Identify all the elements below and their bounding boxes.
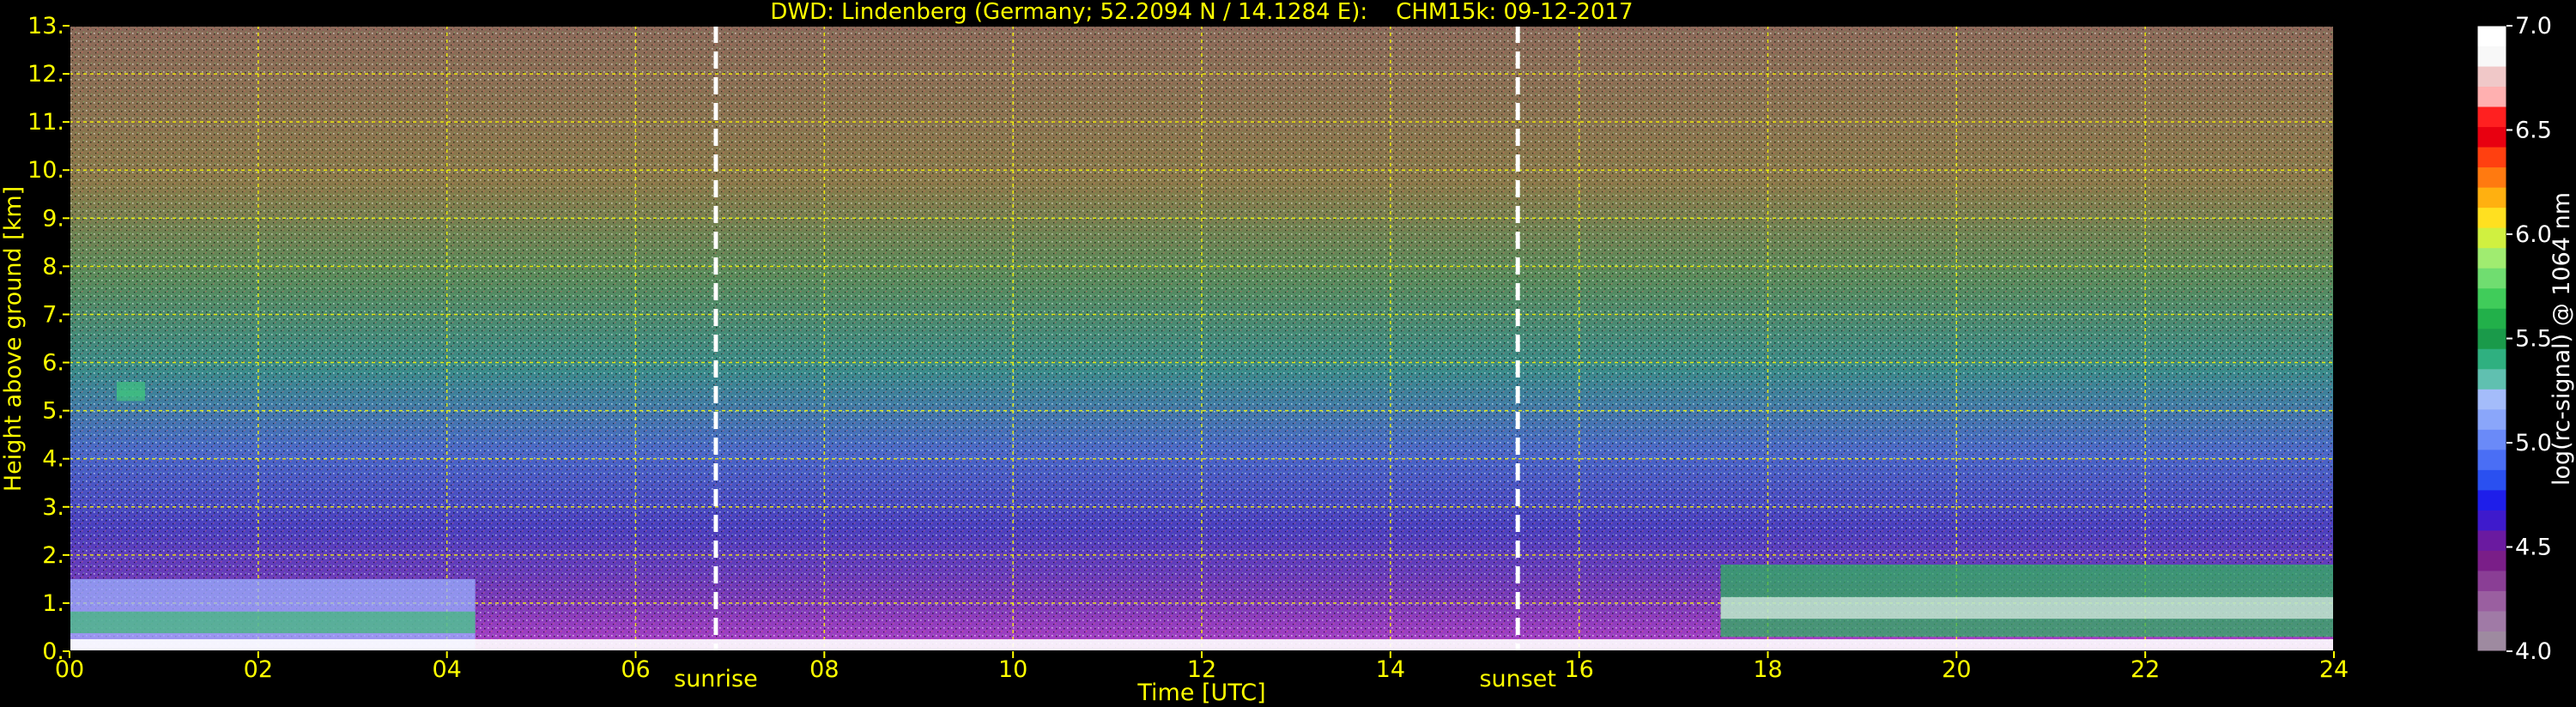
- colorbar-segment: [2477, 106, 2506, 128]
- feature-core: [1720, 596, 2334, 619]
- colorbar-segment: [2477, 287, 2506, 309]
- colorbar-segment: [2477, 328, 2506, 349]
- colorbar-tick-label: 5.5: [2515, 326, 2552, 353]
- y-tick-label: 6.: [42, 350, 64, 377]
- colorbar-tick-label: 6.0: [2515, 221, 2552, 248]
- y-tick-label: 9.: [42, 205, 64, 232]
- x-tick-label: 08: [809, 656, 839, 683]
- x-tick-label: 16: [1564, 656, 1593, 683]
- colorbar-segment: [2477, 389, 2506, 410]
- feature-core: [70, 611, 476, 633]
- colorbar-segment: [2477, 489, 2506, 511]
- colorbar: 4.0 4.5 5.0 5.5 6.0 6.5 7.0: [2476, 13, 2552, 665]
- colorbar-segment: [2477, 247, 2506, 269]
- colorbar-segment: [2477, 147, 2506, 168]
- colorbar-segment: [2477, 631, 2506, 652]
- colorbar-segment: [2477, 408, 2506, 430]
- colorbar-segment: [2477, 429, 2506, 450]
- y-tick-label: 5.: [42, 398, 64, 425]
- y-tick-label: 1.: [42, 590, 64, 617]
- x-tick-label: 24: [2319, 656, 2349, 683]
- colorbar-segment: [2477, 227, 2506, 249]
- colorbar-segment: [2477, 207, 2506, 228]
- sunset-label: sunset: [1479, 666, 1556, 692]
- y-tick-label: 7.: [42, 301, 64, 328]
- colorbar-segment: [2477, 86, 2506, 107]
- colorbar-tick-label: 7.0: [2515, 13, 2552, 39]
- colorbar-tick-label: 5.0: [2515, 430, 2552, 456]
- colorbar-segment: [2477, 570, 2506, 591]
- x-tick-label: 18: [1753, 656, 1782, 683]
- x-tick-label: 10: [998, 656, 1027, 683]
- y-tick-label: 13.: [27, 13, 64, 39]
- colorbar-segment: [2477, 510, 2506, 531]
- x-tick-label: 02: [244, 656, 273, 683]
- y-tick-label: 2.: [42, 542, 64, 569]
- x-tick-label: 20: [1942, 656, 1971, 683]
- x-tick-label: 14: [1376, 656, 1405, 683]
- colorbar-segment: [2477, 529, 2506, 551]
- colorbar-segment: [2477, 187, 2506, 208]
- y-tick-label: 0.: [42, 638, 64, 665]
- colorbar-segment: [2477, 66, 2506, 88]
- y-tick-label: 4.: [42, 446, 64, 473]
- colorbar-segment: [2477, 449, 2506, 470]
- colorbar-tick-label: 4.0: [2515, 638, 2552, 665]
- x-axis-label: Time [UTC]: [1136, 680, 1265, 706]
- feature-lofted-aerosol-patch: [116, 381, 145, 402]
- colorbar-label: log(rc-signal) @ 1064 nm: [2549, 192, 2575, 486]
- colorbar-segment: [2477, 368, 2506, 390]
- colorbar-segment: [2477, 45, 2506, 67]
- y-tick-label: 10.: [27, 157, 64, 184]
- chart: sunrise sunset 00 02 04 06 08 10 12 14 16 18 20 22 24…: [0, 0, 2575, 706]
- colorbar-segment: [2477, 348, 2506, 370]
- colorbar-segment: [2477, 610, 2506, 631]
- feature-stratiform-layer: [1720, 565, 2334, 638]
- colorbar-segment: [2477, 166, 2506, 188]
- y-tick-label: 11.: [27, 109, 64, 136]
- x-tick-label: 22: [2131, 656, 2160, 683]
- y-tick-label: 3.: [42, 494, 64, 521]
- colorbar-segment: [2477, 308, 2506, 329]
- colorbar-segment: [2477, 126, 2506, 148]
- surface-layer: [70, 638, 2334, 651]
- sunrise-label: sunrise: [674, 666, 758, 692]
- colorbar-segment: [2477, 268, 2506, 289]
- feature-core: [116, 390, 145, 396]
- chart-title: DWD: Lindenberg (Germany; 52.2094 N / 14…: [770, 0, 1633, 25]
- colorbar-segment: [2477, 590, 2506, 612]
- colorbar-segment: [2477, 26, 2506, 47]
- x-tick-label: 06: [621, 656, 650, 683]
- colorbar-tick-label: 4.5: [2515, 535, 2552, 561]
- y-axis-label: Height above ground [km]: [0, 186, 27, 492]
- y-tick-label: 12.: [27, 61, 64, 88]
- colorbar-segment: [2477, 469, 2506, 491]
- colorbar-tick-label: 6.5: [2515, 118, 2552, 144]
- x-tick-label: 04: [432, 656, 461, 683]
- colorbar-segment: [2477, 550, 2506, 571]
- y-tick-label: 8.: [42, 253, 64, 280]
